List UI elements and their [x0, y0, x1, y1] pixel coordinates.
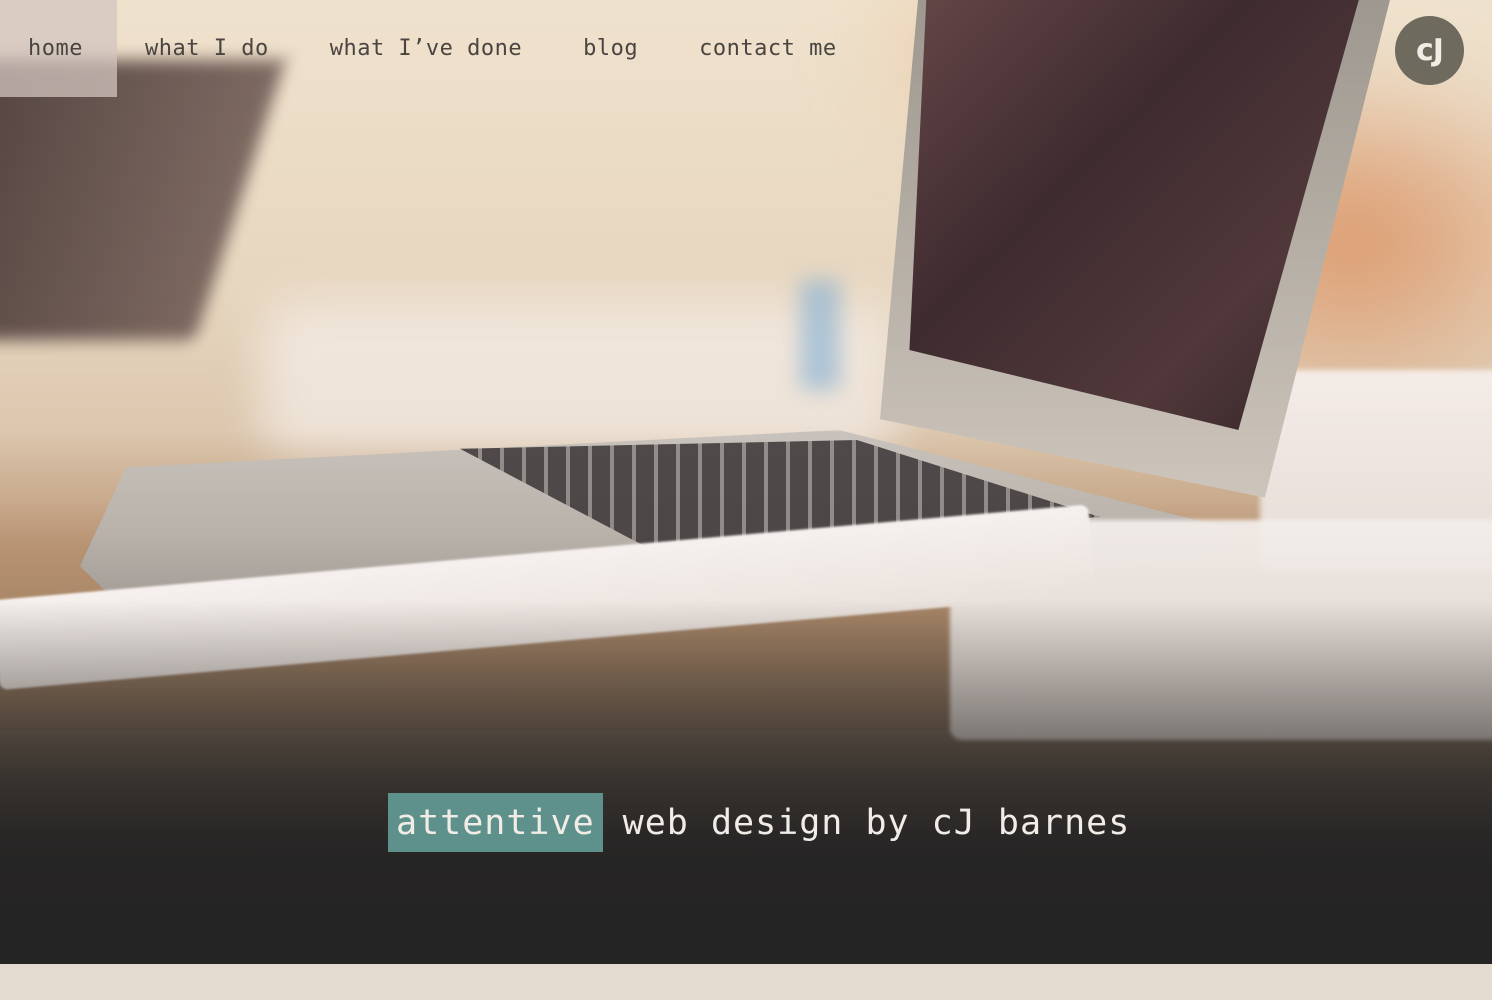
tagline-text: web design by cJ barnes — [622, 802, 1131, 843]
background-blur — [800, 280, 840, 390]
nav-item-blog[interactable]: blog — [555, 0, 671, 97]
nav-item-home[interactable]: home — [0, 0, 117, 97]
tagline-highlight: attentive — [388, 793, 603, 852]
footer-band — [0, 964, 1492, 1000]
main-nav: home what I do what I’ve done blog conta… — [0, 0, 870, 97]
background-monitor — [0, 60, 286, 340]
nav-item-what-i-do[interactable]: what I do — [117, 0, 302, 97]
logo[interactable]: cJ — [1395, 16, 1464, 85]
nav-item-what-ive-done[interactable]: what I’ve done — [302, 0, 555, 97]
nav-item-contact-me[interactable]: contact me — [671, 0, 869, 97]
hero-shade — [0, 600, 1492, 964]
hero-tagline: attentive web design by cJ barnes — [388, 793, 1130, 852]
